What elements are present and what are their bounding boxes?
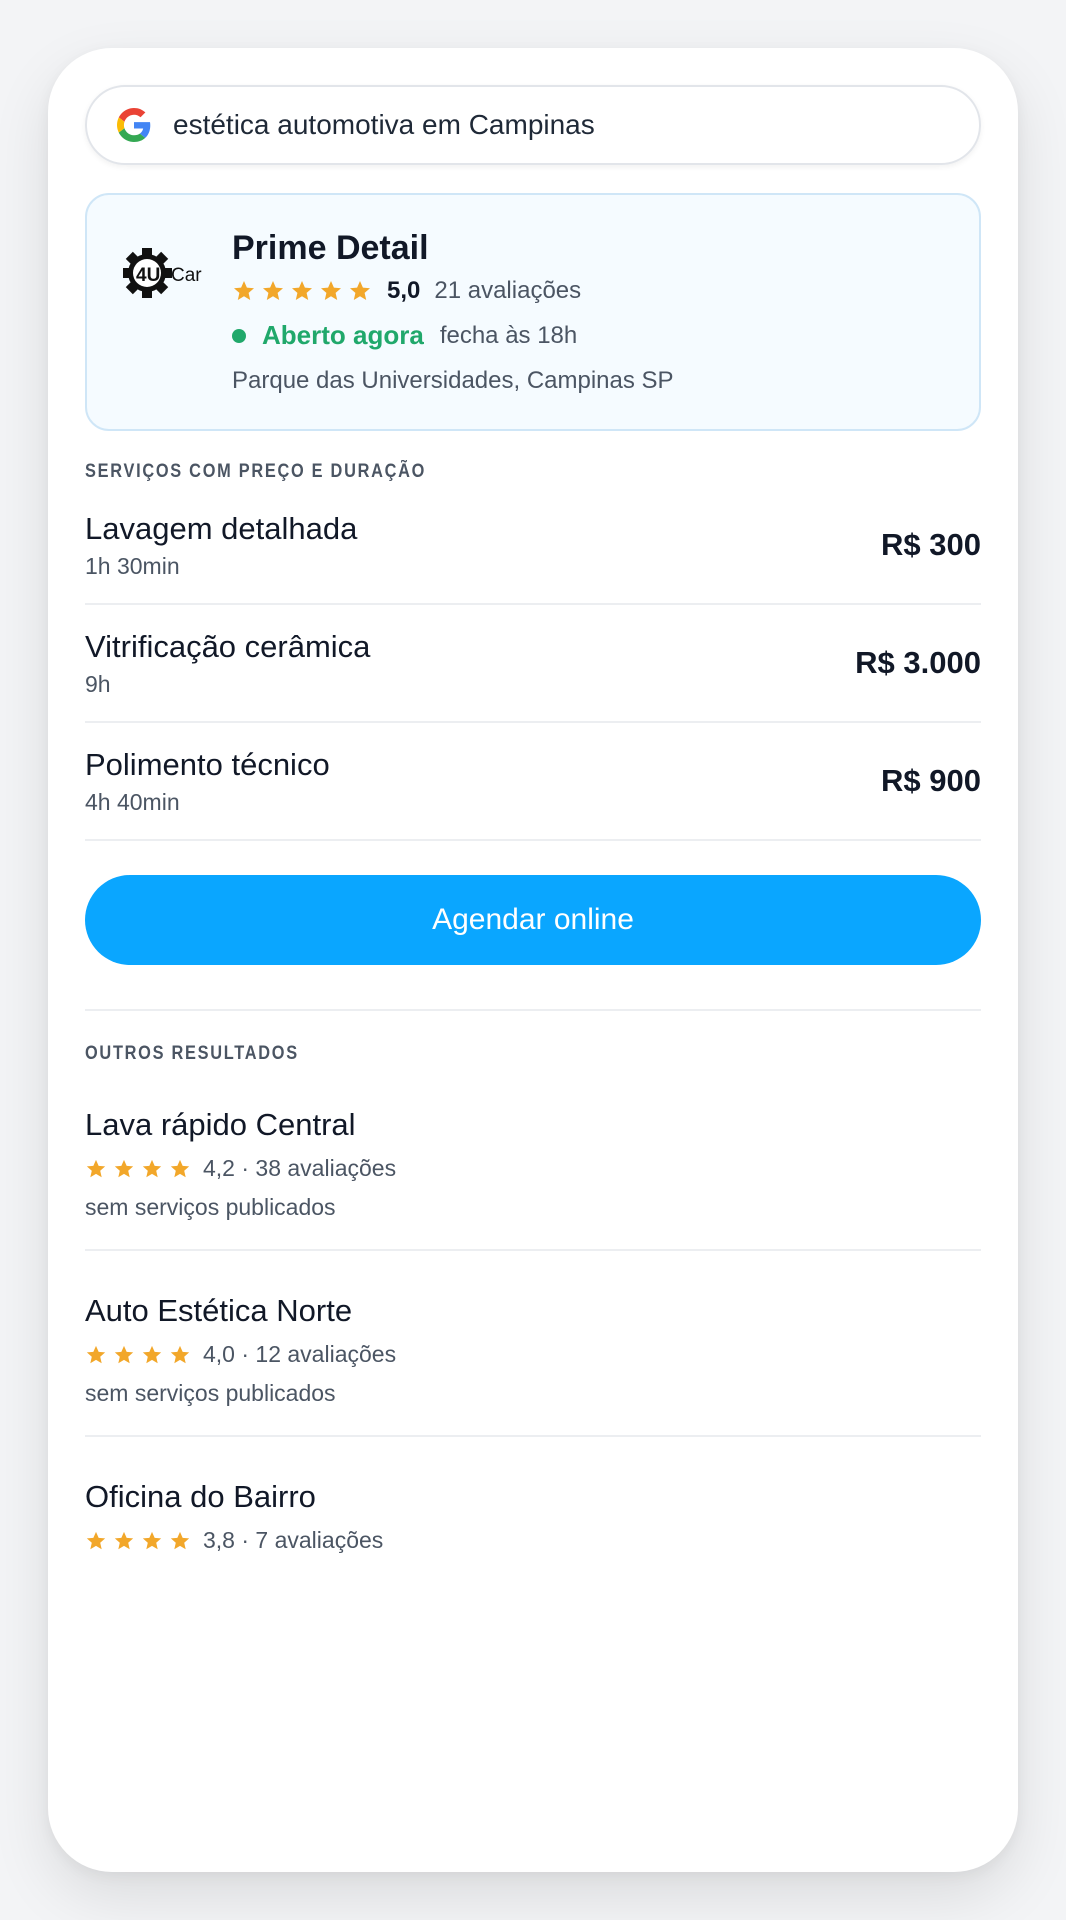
- star-icon: [114, 1531, 134, 1549]
- result-rating: 3,8 · 7 avaliações: [85, 1527, 981, 1554]
- star-icon: [234, 281, 254, 300]
- rating-value: 5,0: [387, 277, 421, 304]
- result-item[interactable]: Auto Estética Norte 4,0 · 12 avaliações …: [85, 1251, 981, 1437]
- services-section-title: SERVIÇOS COM PREÇO E DURAÇÃO: [85, 461, 427, 482]
- result-item[interactable]: Oficina do Bairro 3,8 · 7 avaliações: [85, 1437, 981, 1582]
- star-icon: [263, 281, 283, 300]
- star-icon: [86, 1159, 106, 1177]
- featured-business-card[interactable]: 4U Car Prime Detail 5,0 21 avaliações Ab…: [85, 193, 981, 431]
- result-name[interactable]: Auto Estética Norte: [85, 1293, 981, 1329]
- star-icon: [350, 281, 370, 300]
- services-list: Lavagem detalhada 1h 30min R$ 300 Vitrif…: [85, 487, 981, 841]
- star-icon: [292, 281, 312, 300]
- star-icon: [142, 1531, 162, 1549]
- service-name: Vitrificação cerâmica: [85, 628, 371, 664]
- business-logo: 4U Car: [123, 248, 202, 298]
- business-address: Parque das Universidades, Campinas SP: [232, 367, 674, 394]
- svg-text:4U: 4U: [136, 265, 160, 286]
- result-rating: 4,2 · 38 avaliações: [85, 1155, 981, 1182]
- star-icon: [170, 1345, 190, 1363]
- service-row[interactable]: Lavagem detalhada 1h 30min R$ 300: [85, 487, 981, 605]
- result-name[interactable]: Lava rápido Central: [85, 1107, 981, 1143]
- service-name: Lavagem detalhada: [85, 510, 358, 546]
- status-dot: [232, 328, 246, 343]
- other-results-title: OUTROS RESULTADOS: [85, 1043, 299, 1064]
- rating-stars: [85, 1158, 197, 1180]
- star-icon: [170, 1159, 190, 1177]
- service-duration: 4h 40min: [85, 788, 180, 815]
- rating-stars: [85, 1530, 197, 1552]
- star-icon: [321, 281, 341, 300]
- service-duration: 1h 30min: [85, 552, 180, 579]
- business-rating: 5,0 21 avaliações: [232, 276, 674, 306]
- svg-text:Car: Car: [171, 265, 202, 286]
- search-input[interactable]: estética automotiva em Campinas: [173, 109, 595, 141]
- service-row[interactable]: Vitrificação cerâmica 9h R$ 3.000: [85, 605, 981, 723]
- service-row[interactable]: Polimento técnico 4h 40min R$ 900: [85, 723, 981, 841]
- result-note: sem serviços publicados: [85, 1380, 336, 1406]
- closing-time: fecha às 18h: [439, 321, 578, 349]
- result-item[interactable]: Lava rápido Central 4,2 · 38 avaliações …: [85, 1065, 981, 1251]
- service-price: R$ 3.000: [855, 645, 981, 680]
- content: estética automotiva em Campinas 4U Car P…: [85, 85, 981, 1582]
- star-icon: [86, 1531, 106, 1549]
- google-g-icon: [117, 108, 151, 142]
- open-now-label: Aberto agora: [262, 320, 424, 350]
- star-icon: [114, 1159, 134, 1177]
- section-divider: [85, 1009, 981, 1011]
- star-icon: [142, 1159, 162, 1177]
- opening-status: Aberto agora fecha às 18h: [232, 320, 674, 351]
- other-results-list: Lava rápido Central 4,2 · 38 avaliações …: [85, 1065, 981, 1582]
- review-count[interactable]: 21 avaliações: [434, 277, 581, 305]
- result-note: sem serviços publicados: [85, 1194, 336, 1220]
- service-price: R$ 900: [881, 763, 981, 798]
- service-name: Polimento técnico: [85, 746, 330, 782]
- rating-stars: [232, 279, 377, 303]
- book-online-button[interactable]: Agendar online: [85, 875, 981, 965]
- search-bar[interactable]: estética automotiva em Campinas: [85, 85, 981, 165]
- result-rating-text: 3,8 · 7 avaliações: [203, 1527, 384, 1553]
- result-rating-text: 4,2 · 38 avaliações: [203, 1155, 397, 1181]
- rating-stars: [85, 1344, 197, 1366]
- result-name[interactable]: Oficina do Bairro: [85, 1479, 981, 1515]
- star-icon: [86, 1345, 106, 1363]
- star-icon: [114, 1345, 134, 1363]
- star-icon: [142, 1345, 162, 1363]
- business-name[interactable]: Prime Detail: [232, 229, 674, 268]
- service-duration: 9h: [85, 670, 111, 697]
- star-icon: [170, 1531, 190, 1549]
- result-rating: 4,0 · 12 avaliações: [85, 1341, 981, 1368]
- result-rating-text: 4,0 · 12 avaliações: [203, 1341, 397, 1367]
- service-price: R$ 300: [881, 527, 981, 562]
- phone-frame: estética automotiva em Campinas 4U Car P…: [48, 48, 1018, 1872]
- business-info: Prime Detail 5,0 21 avaliações Aberto ag…: [232, 229, 674, 395]
